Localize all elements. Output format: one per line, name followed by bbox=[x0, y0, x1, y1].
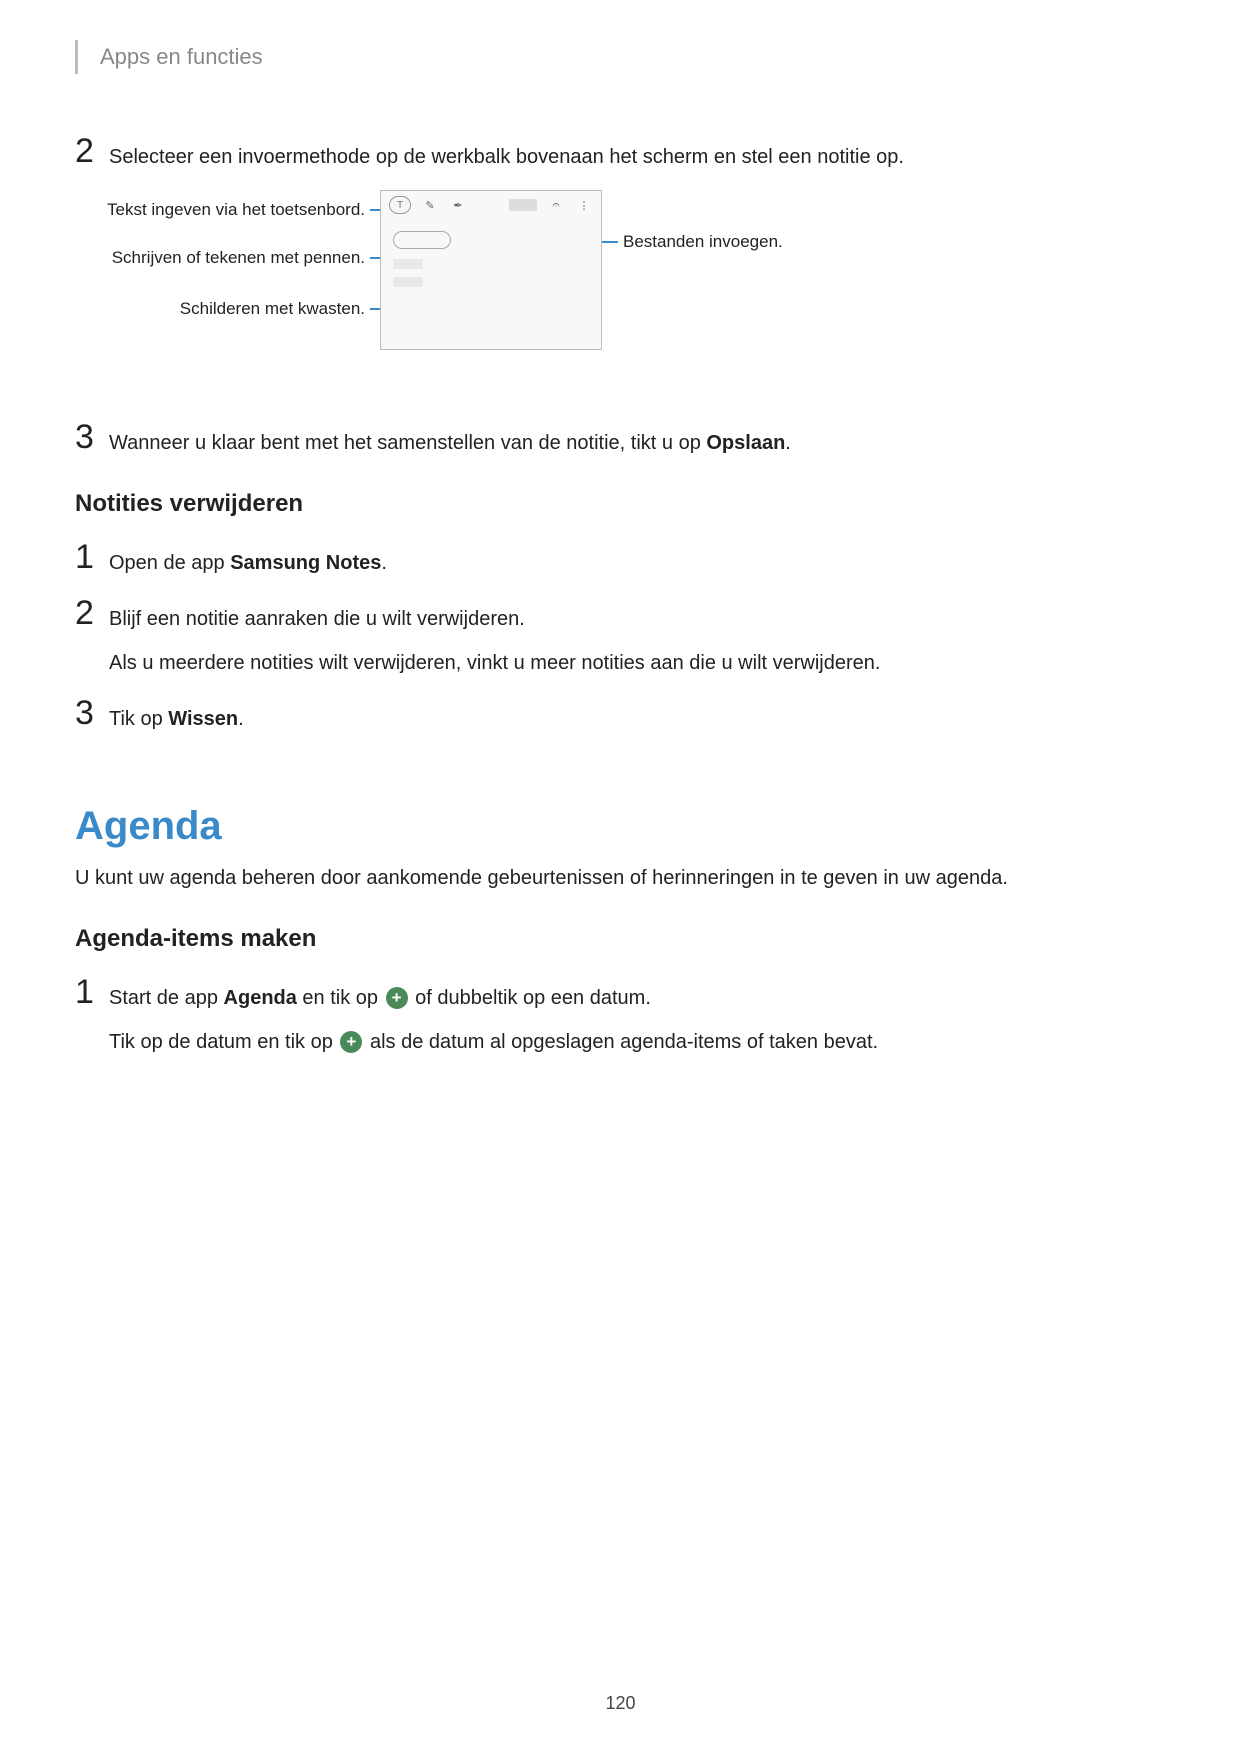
text: Tik op de datum en tik op bbox=[109, 1031, 338, 1053]
keyboard-icon: T bbox=[389, 196, 411, 214]
text: of dubbeltik op een datum. bbox=[410, 987, 651, 1009]
app-mock: T ✎ ✒ 𝄐 ⋮ bbox=[380, 190, 602, 350]
label-attach: Bestanden invoegen. bbox=[623, 232, 783, 252]
header-text: Apps en functies bbox=[100, 44, 263, 70]
text: Open de app bbox=[109, 552, 230, 574]
text: Wanneer u klaar bent met het samenstelle… bbox=[109, 432, 706, 454]
blurred-element bbox=[509, 199, 537, 211]
step-number: 3 bbox=[75, 696, 109, 730]
brush-icon: ✒ bbox=[449, 196, 467, 214]
plus-icon: + bbox=[386, 987, 408, 1009]
label-pen: Schrijven of tekenen met pennen. bbox=[95, 248, 365, 268]
text: Tik op bbox=[109, 708, 168, 730]
delete-step-2: 2 Blijf een notitie aanraken die u wilt … bbox=[75, 596, 1166, 678]
step-number: 3 bbox=[75, 420, 109, 454]
mock-toolbar: T ✎ ✒ 𝄐 ⋮ bbox=[381, 191, 601, 219]
step-2: 2 Selecteer een invoermethode op de werk… bbox=[75, 134, 1166, 172]
step-number: 2 bbox=[75, 596, 109, 630]
label-keyboard: Tekst ingeven via het toetsenbord. bbox=[95, 200, 365, 220]
text-line: Tik op de datum en tik op + als de datum… bbox=[109, 1027, 1166, 1057]
mock-text-line bbox=[393, 277, 423, 287]
text: Start de app bbox=[109, 987, 224, 1009]
label-brush: Schilderen met kwasten. bbox=[95, 299, 365, 319]
text: . bbox=[381, 552, 387, 574]
header-accent-bar bbox=[75, 40, 78, 74]
bold-text: Opslaan bbox=[706, 432, 785, 454]
text: en tik op bbox=[297, 987, 384, 1009]
bold-text: Wissen bbox=[168, 708, 238, 730]
step-number: 1 bbox=[75, 975, 109, 1009]
agenda-intro: U kunt uw agenda beheren door aankomende… bbox=[75, 863, 1166, 893]
text: Als u meerdere notities wilt verwijderen… bbox=[109, 648, 1166, 678]
text: Blijf een notitie aanraken die u wilt ve… bbox=[109, 608, 525, 630]
text: . bbox=[238, 708, 244, 730]
page-header: Apps en functies bbox=[75, 40, 1166, 74]
more-icon: ⋮ bbox=[575, 196, 593, 214]
page-number: 120 bbox=[0, 1693, 1241, 1714]
text: . bbox=[785, 432, 791, 454]
delete-step-1: 1 Open de app Samsung Notes. bbox=[75, 540, 1166, 578]
step-body: Open de app Samsung Notes. bbox=[109, 540, 1166, 578]
bold-text: Agenda bbox=[224, 987, 297, 1009]
step-number: 2 bbox=[75, 134, 109, 168]
text: als de datum al opgeslagen agenda-items … bbox=[364, 1031, 878, 1053]
mock-text-line bbox=[393, 259, 423, 269]
subheading-agenda-create: Agenda-items maken bbox=[75, 925, 1166, 953]
subheading-delete-notes: Notities verwijderen bbox=[75, 490, 1166, 518]
mock-title-field bbox=[393, 231, 451, 249]
step-body: Blijf een notitie aanraken die u wilt ve… bbox=[109, 596, 1166, 678]
bold-text: Samsung Notes bbox=[230, 552, 381, 574]
plus-icon: + bbox=[340, 1031, 362, 1053]
step-body: Start de app Agenda en tik op + of dubbe… bbox=[109, 975, 1166, 1057]
step-body: Tik op Wissen. bbox=[109, 696, 1166, 734]
step-3: 3 Wanneer u klaar bent met het samenstel… bbox=[75, 420, 1166, 458]
diagram: Tekst ingeven via het toetsenbord. Schri… bbox=[95, 190, 1166, 390]
step-number: 1 bbox=[75, 540, 109, 574]
delete-step-3: 3 Tik op Wissen. bbox=[75, 696, 1166, 734]
section-title-agenda: Agenda bbox=[75, 804, 1166, 849]
step-body: Wanneer u klaar bent met het samenstelle… bbox=[109, 420, 1166, 458]
pen-icon: ✎ bbox=[421, 196, 439, 214]
attach-icon: 𝄐 bbox=[547, 196, 565, 214]
agenda-step-1: 1 Start de app Agenda en tik op + of dub… bbox=[75, 975, 1166, 1057]
step-body: Selecteer een invoermethode op de werkba… bbox=[109, 134, 1166, 172]
